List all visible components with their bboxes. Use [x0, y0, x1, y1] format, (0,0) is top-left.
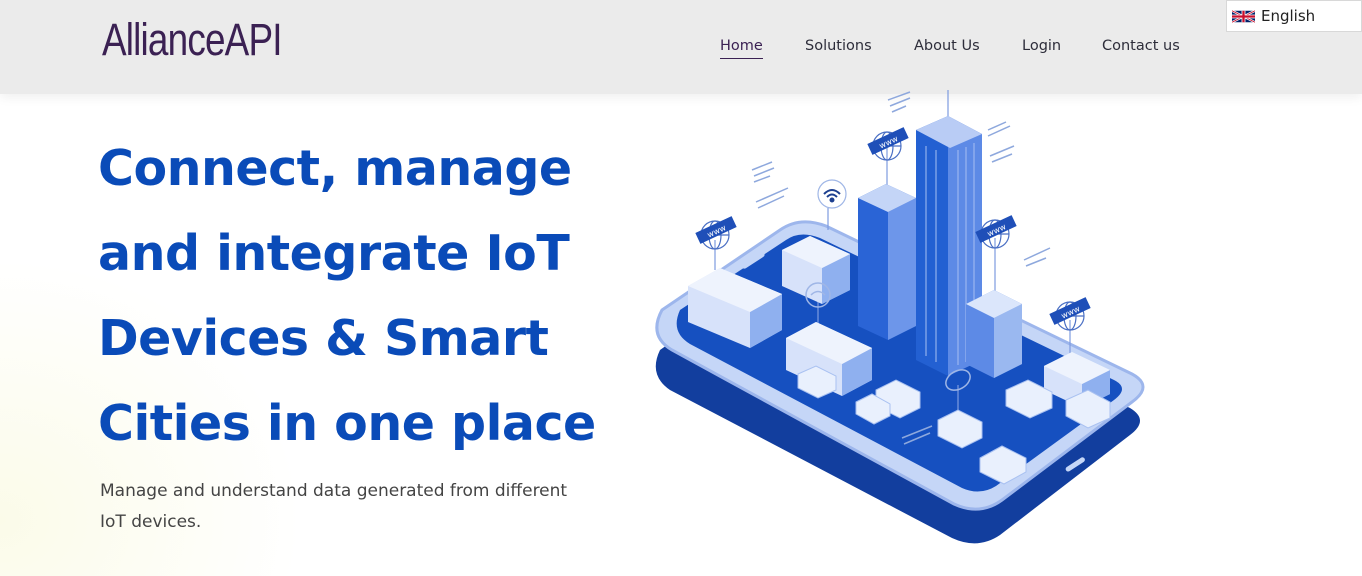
language-selector[interactable]: English — [1226, 0, 1362, 32]
www-sign-text: www — [878, 134, 900, 151]
smart-city-illustration: www www www www — [655, 90, 1145, 544]
nav-login-link[interactable]: Login — [1022, 38, 1061, 54]
hero-subtitle-line: IoT devices. — [100, 512, 202, 532]
language-label: English — [1261, 7, 1316, 25]
www-sign-text: www — [1060, 304, 1082, 321]
top-navigation-bar: AllianceAPI Home Solutions About Us Logi… — [0, 0, 1362, 94]
wifi-icon — [817, 179, 847, 209]
hero-subtitle: Manage and understand data generated fro… — [100, 476, 640, 538]
building-right — [966, 290, 1022, 378]
nav-about-us-link[interactable]: About Us — [914, 38, 980, 54]
hero-title-line: Connect, manage — [98, 140, 572, 197]
hero-title-line: and integrate IoT — [98, 225, 570, 282]
uk-flag-icon — [1232, 9, 1255, 23]
www-sign-text: www — [986, 222, 1008, 239]
hero-subtitle-line: Manage and understand data generated fro… — [100, 481, 568, 501]
nav-contact-us-link[interactable]: Contact us — [1102, 38, 1180, 54]
site-logo[interactable]: AllianceAPI — [102, 14, 283, 66]
nav-home-link[interactable]: Home — [720, 38, 763, 59]
nav-solutions-link[interactable]: Solutions — [805, 38, 872, 54]
hero-title: Connect, manage and integrate IoT Device… — [98, 126, 658, 466]
hero-title-line: Devices & Smart — [98, 310, 549, 367]
hero-title-line: Cities in one place — [98, 395, 596, 452]
mid-tower-building — [858, 184, 916, 340]
www-sign-text: www — [706, 223, 728, 240]
